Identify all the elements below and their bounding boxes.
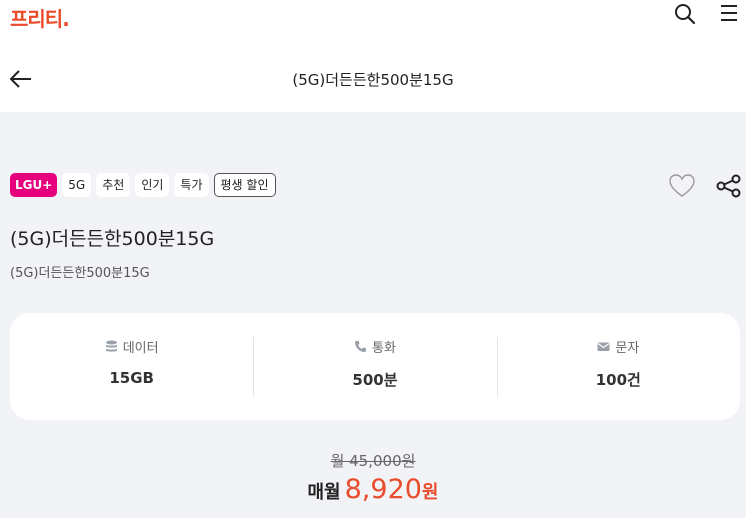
menu-button[interactable]: [718, 2, 740, 24]
share-icon: [716, 174, 741, 198]
network-badge: 5G: [62, 173, 92, 197]
monthly-price: 매월 8,920원: [0, 474, 746, 505]
phone-icon: [355, 340, 367, 352]
hamburger-icon: [721, 5, 737, 21]
lifetime-discount-badge: 평생 할인: [213, 173, 276, 197]
search-button[interactable]: [673, 2, 697, 26]
spec-sms-label: 문자: [615, 340, 640, 356]
original-price: 월 45,000원: [330, 452, 416, 470]
price-unit: 원: [421, 482, 439, 503]
heart-icon: [669, 174, 695, 197]
spec-sms-label-row: 문자: [497, 337, 740, 356]
mail-icon: [597, 342, 610, 351]
spec-call-label: 통화: [372, 340, 396, 356]
logo-text: 프리티.: [10, 7, 70, 31]
popular-badge: 인기: [135, 173, 170, 197]
spec-call-value: 500분: [352, 370, 398, 389]
spec-sms-value: 100건: [595, 370, 641, 389]
spec-data-label-row: 데이터: [10, 337, 253, 356]
logo[interactable]: 프리티.: [10, 3, 70, 32]
top-bar: 프리티. (5G)더든든한500분15G: [0, 0, 746, 112]
spec-call-label-row: 통화: [253, 337, 496, 356]
plan-badges: LGU+ 5G 추천 인기 특가 평생 할인: [10, 173, 276, 197]
special-price-badge: 특가: [174, 173, 209, 197]
price-amount: 8,920: [344, 474, 422, 505]
share-button[interactable]: [716, 174, 742, 198]
search-icon: [675, 4, 696, 25]
spec-sms: 문자 100건: [496, 336, 740, 397]
favorite-button[interactable]: [668, 172, 696, 200]
recommend-badge: 추천: [96, 173, 131, 197]
carrier-badge: LGU+: [10, 173, 58, 197]
spec-data-label: 데이터: [122, 340, 159, 356]
page-title: (5G)더든든한500분15G: [292, 71, 454, 89]
price-prefix: 매월: [307, 482, 341, 503]
plan-name: (5G)더든든한500분15G: [10, 228, 215, 250]
spec-data: 데이터 15GB: [10, 337, 253, 397]
spec-data-value: 15GB: [109, 368, 154, 387]
plan-subtitle: (5G)더든든한500분15G: [10, 266, 150, 281]
database-icon: [105, 340, 117, 352]
spec-call: 통화 500분: [253, 336, 496, 397]
plan-spec-card: 데이터 15GB 통화 500분 문자 100건: [10, 313, 740, 420]
